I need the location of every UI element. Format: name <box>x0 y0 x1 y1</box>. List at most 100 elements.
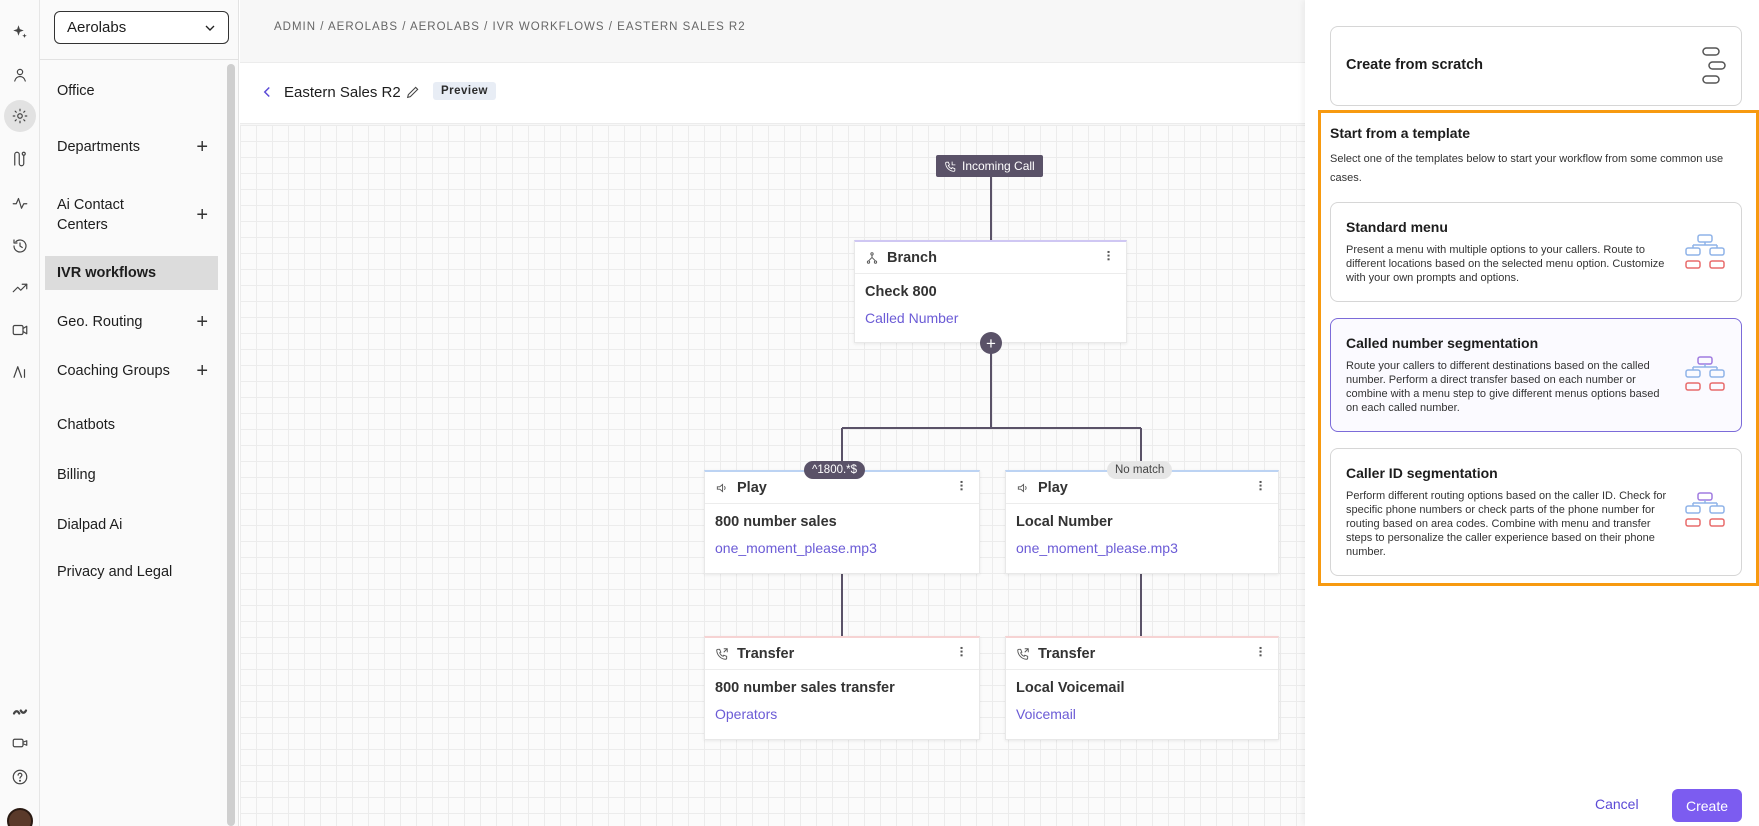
branch-card-type: Branch <box>887 249 937 266</box>
edit-title-button[interactable] <box>405 84 421 100</box>
nav-item-label: Dialpad Ai <box>57 517 123 533</box>
kebab-icon[interactable]: ··· <box>954 480 970 491</box>
phone-incoming-icon <box>945 161 956 172</box>
nav-item-label: Departments <box>57 139 141 155</box>
nav-item-label: IVR workflows <box>57 265 157 281</box>
transfer-card-title: 800 number sales transfer <box>715 680 895 696</box>
incoming-call-node[interactable]: Incoming Call <box>936 155 1043 177</box>
template-called-number-segmentation[interactable]: Called number segmentation Route your ca… <box>1330 318 1742 432</box>
play-card-type: Play <box>1038 479 1068 496</box>
nav-item-office[interactable]: Office <box>45 81 218 101</box>
nav-item-ai-contact-centers[interactable]: Ai Contact Centers + <box>45 194 218 236</box>
add-step-symbol: + <box>986 333 996 353</box>
nav-item-dialpad-ai[interactable]: Dialpad Ai <box>45 515 218 535</box>
plus-icon[interactable]: + <box>196 137 208 157</box>
branch-card-link[interactable]: Called Number <box>865 310 1116 326</box>
activity-icon[interactable] <box>8 191 32 215</box>
incoming-call-label: Incoming Call <box>962 159 1035 173</box>
org-select-value: Aerolabs <box>67 19 127 36</box>
nav-item-label: Geo. Routing <box>57 314 143 330</box>
nav-item-billing[interactable]: Billing <box>45 465 218 485</box>
plus-icon[interactable]: + <box>196 205 208 225</box>
phone-transfer-icon <box>1017 647 1029 660</box>
create-from-scratch-option[interactable]: Create from scratch <box>1330 26 1742 106</box>
trending-icon[interactable] <box>8 276 32 300</box>
nav-scrollbar[interactable] <box>227 64 235 826</box>
nav-item-chatbots[interactable]: Chatbots <box>45 415 218 435</box>
video-agent-icon[interactable] <box>8 318 32 342</box>
play-card-link[interactable]: one_moment_please.mp3 <box>715 540 969 556</box>
template-diagram-icon <box>1685 356 1725 391</box>
transfer-card-header: Transfer ··· <box>705 638 979 670</box>
play-card-title: 800 number sales <box>715 514 837 530</box>
camera-icon[interactable] <box>8 731 32 755</box>
no-match-pill[interactable]: No match <box>1107 461 1173 479</box>
template-description: Route your callers to different destinat… <box>1346 360 1660 414</box>
play-card-link[interactable]: one_moment_please.mp3 <box>1016 540 1268 556</box>
preview-badge[interactable]: Preview <box>433 82 496 100</box>
person-icon[interactable] <box>8 63 32 87</box>
template-subtext: Select one of the templates below to sta… <box>1330 153 1724 184</box>
pencil-icon <box>406 86 419 99</box>
plus-icon[interactable]: + <box>196 361 208 381</box>
sparkle-icon[interactable] <box>8 20 32 44</box>
transfer-card-link[interactable]: Voicemail <box>1016 706 1268 722</box>
nav-item-coaching-groups[interactable]: Coaching Groups + <box>45 361 218 381</box>
history-icon[interactable] <box>8 234 32 258</box>
transfer-card-link[interactable]: Operators <box>715 706 969 722</box>
transfer-card-left[interactable]: Transfer ··· 800 number sales transfer O… <box>704 636 980 740</box>
nav-item-privacy-legal[interactable]: Privacy and Legal <box>45 562 218 582</box>
nav-item-label: Ai Contact Centers <box>57 197 124 233</box>
template-caller-id-segmentation[interactable]: Caller ID segmentation Perform different… <box>1330 448 1742 576</box>
workflow-canvas[interactable]: Incoming Call Branch ··· Check 800 Calle… <box>240 125 1305 826</box>
kebab-icon[interactable]: ··· <box>1253 480 1269 491</box>
play-card-left[interactable]: Play ··· 800 number sales one_moment_ple… <box>704 470 980 574</box>
speaker-icon <box>1017 483 1027 492</box>
cancel-button[interactable]: Cancel <box>1595 796 1639 812</box>
transfer-card-right[interactable]: Transfer ··· Local Voicemail Voicemail <box>1005 636 1279 740</box>
nav-item-label: Chatbots <box>57 417 116 433</box>
ai-icon[interactable] <box>8 360 32 384</box>
nav-item-label: Coaching Groups <box>57 363 170 379</box>
back-button[interactable] <box>258 83 276 101</box>
org-select[interactable]: Aerolabs <box>54 11 229 44</box>
add-step-button[interactable]: + <box>980 332 1002 354</box>
template-standard-menu[interactable]: Standard menu Present a menu with multip… <box>1330 202 1742 302</box>
create-button[interactable]: Create <box>1672 789 1742 822</box>
nav-item-label: Billing <box>57 467 96 483</box>
routes-icon[interactable] <box>8 147 32 171</box>
play-card-title: Local Number <box>1016 514 1113 530</box>
branch-condition-pill[interactable]: ^1800.*$ <box>804 461 866 479</box>
workflow-outline-icon <box>1702 47 1726 84</box>
play-card-type: Play <box>737 479 767 496</box>
nav-item-departments[interactable]: Departments + <box>45 137 218 157</box>
nav-item-ivr-workflows[interactable]: IVR workflows <box>45 256 218 290</box>
workflow-titlebar: Eastern Sales R2 Preview <box>240 62 1305 124</box>
breadcrumb[interactable]: ADMIN / AEROLABS / AEROLABS / IVR WORKFL… <box>274 21 746 33</box>
kebab-icon[interactable]: ··· <box>1253 646 1269 657</box>
speaker-icon <box>716 483 726 492</box>
template-title: Called number segmentation <box>1346 335 1539 351</box>
chevron-left-icon <box>263 86 270 98</box>
help-icon[interactable] <box>8 765 32 789</box>
template-diagram-icon <box>1685 234 1725 269</box>
brand-icon[interactable] <box>8 700 32 724</box>
create-from-scratch-label: Create from scratch <box>1346 57 1483 73</box>
avatar[interactable] <box>7 808 33 826</box>
settings-icon[interactable] <box>4 100 36 132</box>
workflow-main: ADMIN / AEROLABS / AEROLABS / IVR WORKFL… <box>240 0 1305 826</box>
kebab-icon[interactable]: ··· <box>954 646 970 657</box>
kebab-icon[interactable]: ··· <box>1101 250 1117 261</box>
nav-item-geo-routing[interactable]: Geo. Routing + <box>45 312 218 332</box>
plus-icon[interactable]: + <box>196 312 208 332</box>
chevron-down-icon <box>205 25 215 31</box>
template-diagram-icon <box>1685 492 1725 527</box>
play-card-right[interactable]: Play ··· Local Number one_moment_please.… <box>1005 470 1279 574</box>
transfer-card-type: Transfer <box>737 645 795 662</box>
nav-item-label: Office <box>57 83 95 99</box>
branch-card[interactable]: Branch ··· Check 800 Called Number <box>854 240 1127 343</box>
template-title: Standard menu <box>1346 219 1448 235</box>
phone-transfer-icon <box>716 647 728 660</box>
create-workflow-panel: Create from scratch Start from a templat… <box>1305 0 1759 826</box>
settings-nav: Aerolabs Office Departments + Ai Contact… <box>40 0 239 826</box>
